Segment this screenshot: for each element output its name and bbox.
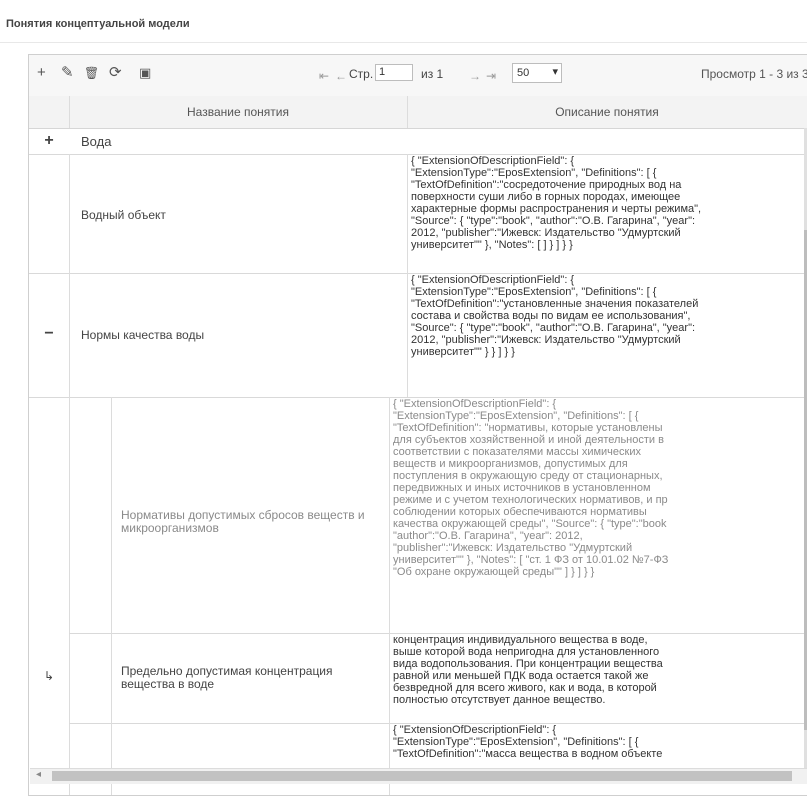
- page-count-label: из 1: [421, 67, 444, 81]
- child-row-icon: ↳: [43, 669, 55, 683]
- concept-name: Вода: [81, 134, 112, 149]
- collapse-icon[interactable]: −: [29, 325, 69, 343]
- column-divider: [407, 154, 408, 273]
- refresh-icon[interactable]: ⟳: [109, 64, 122, 82]
- column-divider: [389, 633, 390, 723]
- table-row[interactable]: − Нормы качества воды { "ExtensionOfDesc…: [29, 273, 807, 398]
- table-row[interactable]: ↳ Предельно допустимая концентрация веще…: [44, 633, 807, 724]
- column-divider: [111, 397, 112, 633]
- first-page-icon[interactable]: ⇤: [319, 67, 329, 85]
- table-header: Название понятия Описание понятия: [29, 96, 807, 129]
- delete-icon[interactable]: 🗑: [84, 64, 99, 82]
- grid-toolbar: + ✎ 🗑 ⟳ ▣ ⇤ ← Стр. 1 из 1 → ⇥ 50 ▾ Просм…: [29, 55, 807, 97]
- concept-description: { "ExtensionOfDescriptionField": { "Exte…: [393, 724, 663, 760]
- prev-page-icon[interactable]: ←: [335, 67, 347, 85]
- table-row[interactable]: { "ExtensionOfDescriptionField": { "Exte…: [69, 723, 807, 795]
- column-divider: [389, 397, 390, 633]
- column-divider: [111, 633, 112, 723]
- expand-icon[interactable]: +: [29, 132, 69, 150]
- page-size-select[interactable]: 50 ▾: [512, 63, 562, 83]
- column-divider: [407, 273, 408, 397]
- horizontal-scrollbar-thumb[interactable]: [52, 771, 792, 781]
- page-input[interactable]: 1: [375, 64, 413, 81]
- concepts-grid: + ✎ 🗑 ⟳ ▣ ⇤ ← Стр. 1 из 1 → ⇥ 50 ▾ Просм…: [28, 54, 807, 796]
- concept-description: { "ExtensionOfDescriptionField": { "Exte…: [411, 155, 702, 251]
- concept-name: Нормы качества воды: [81, 328, 205, 342]
- table-row[interactable]: Нормативы допустимых сбросов веществ и м…: [69, 397, 807, 634]
- chevron-down-icon: ▾: [552, 66, 558, 78]
- concept-description: { "ExtensionOfDescriptionField": { "Exte…: [393, 398, 669, 578]
- column-header-name[interactable]: Название понятия: [69, 96, 407, 128]
- concept-description: концентрация индивидуального вещества в …: [393, 634, 663, 706]
- subgrid: Нормативы допустимых сбросов веществ и м…: [44, 397, 807, 795]
- column-divider: [111, 723, 112, 795]
- panel-title: Понятия концептуальной модели: [6, 18, 190, 30]
- page-label: Стр.: [349, 67, 374, 81]
- concept-name: Водный объект: [81, 208, 166, 222]
- column-divider: [389, 723, 390, 795]
- concept-description: { "ExtensionOfDescriptionField": { "Exte…: [411, 274, 699, 358]
- edit-icon[interactable]: ✎: [61, 64, 74, 82]
- scroll-left-icon[interactable]: ◂: [36, 769, 41, 780]
- view-icon[interactable]: ▣: [139, 64, 151, 82]
- table-row[interactable]: Водный объект { "ExtensionOfDescriptionF…: [29, 154, 807, 274]
- next-page-icon[interactable]: →: [469, 67, 481, 85]
- add-icon[interactable]: +: [37, 64, 46, 82]
- view-records-info: Просмотр 1 - 3 из 3: [701, 67, 807, 81]
- column-header-description[interactable]: Описание понятия: [407, 96, 807, 128]
- table-row[interactable]: + Вода: [29, 128, 807, 155]
- panel-divider: [0, 42, 807, 43]
- column-divider: [69, 154, 70, 273]
- last-page-icon[interactable]: ⇥: [486, 67, 496, 85]
- concept-name: Предельно допустимая концентрация вещест…: [121, 664, 333, 691]
- page-size-value: 50: [517, 67, 530, 79]
- concept-name: Нормативы допустимых сбросов веществ и м…: [121, 508, 365, 535]
- column-divider: [69, 273, 70, 397]
